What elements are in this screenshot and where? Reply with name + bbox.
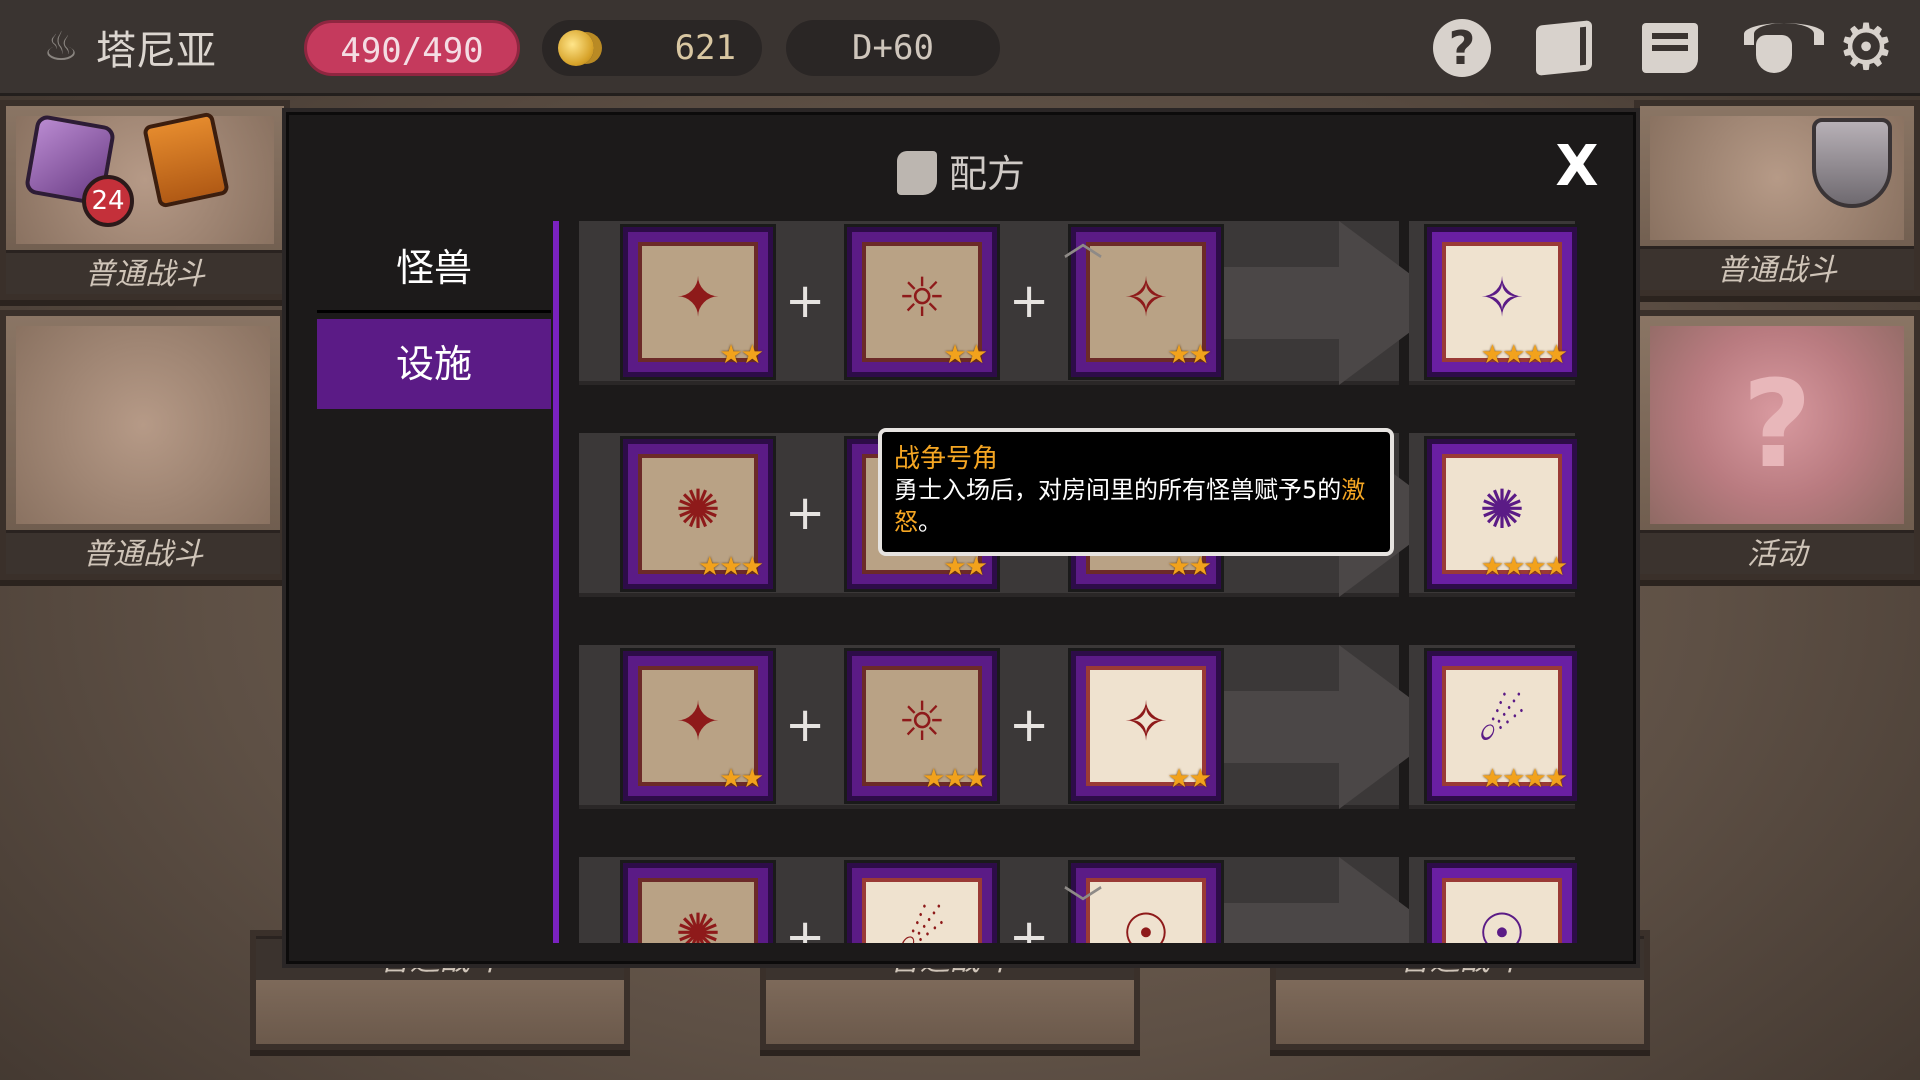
scroll-icon — [1642, 23, 1698, 73]
star-rating: ★★★★ — [1480, 340, 1568, 370]
star-rating: ★★ — [943, 340, 988, 370]
top-bar: ♨ 塔尼亚 490/490 621 D+60 ? ⚙ — [0, 0, 1920, 96]
star-rating: ★★ — [1167, 764, 1212, 794]
plus-icon: + — [785, 697, 826, 753]
coin-icon — [558, 30, 594, 66]
star-rating: ★★★★ — [1480, 764, 1568, 794]
arrow-shaft — [1209, 903, 1359, 943]
ingredient-card[interactable]: ✦ ★★ — [623, 651, 773, 801]
close-button[interactable]: X — [1547, 137, 1607, 197]
result-card[interactable]: ☄ ★★★★ — [1427, 651, 1577, 801]
event-node-label: 活动 — [1640, 530, 1914, 574]
result-card[interactable]: ☉ — [1427, 863, 1577, 943]
tooltip-text-main: 勇士入场后，对房间里的所有怪兽赋予5的 — [894, 476, 1342, 504]
card-art-icon: ✧ — [1479, 265, 1525, 329]
modal-title: 配方 — [289, 143, 1633, 198]
ingredient-card[interactable]: ✺ ★★★ — [623, 439, 773, 589]
card-art-icon: ☉ — [1121, 901, 1171, 943]
plus-icon: + — [785, 273, 826, 329]
monster-button[interactable] — [1740, 14, 1824, 82]
card-art-icon: ☄ — [1477, 689, 1527, 753]
plus-icon: + — [785, 485, 826, 541]
star-rating: ★★★ — [698, 552, 764, 582]
player-name: 塔尼亚 — [96, 28, 216, 74]
card-art-icon: ☼ — [897, 265, 947, 329]
star-rating: ★★ — [1167, 340, 1212, 370]
ingredient-card[interactable]: ☼ ★★★ — [847, 651, 997, 801]
tooltip-text-end: 。 — [918, 508, 942, 536]
card-face: ☄ — [862, 878, 982, 943]
ingredient-card[interactable]: ☄ — [847, 863, 997, 943]
result-card[interactable]: ✺ ★★★★ — [1427, 439, 1577, 589]
star-rating: ★★ — [943, 552, 988, 582]
card-art-icon: ✺ — [675, 901, 721, 943]
star-rating: ★★★★ — [1480, 552, 1568, 582]
tab-divider — [553, 221, 559, 943]
card-face: ✺ — [638, 878, 758, 943]
tab-facilities[interactable]: 设施 — [317, 319, 551, 409]
ingredient-card[interactable]: ✧ ★★ — [1071, 651, 1221, 801]
help-icon: ? — [1433, 19, 1491, 77]
gold-counter: 621 — [542, 20, 762, 76]
recipe-list[interactable]: ✦★★☼★★✧★★++✧★★★★✺★★★☄★★☉★★++✺★★★★✦★★☼★★★… — [579, 221, 1599, 943]
tab-monsters[interactable]: 怪兽 — [317, 223, 551, 313]
event-art — [1650, 326, 1904, 524]
ingredient-card[interactable]: ☼ ★★ — [847, 227, 997, 377]
card-art-icon: ☼ — [897, 689, 947, 753]
card-art-icon: ☉ — [1477, 901, 1527, 943]
help-button[interactable]: ? — [1428, 14, 1496, 82]
plus-icon: + — [1009, 273, 1050, 329]
gear-icon: ⚙ — [1837, 11, 1895, 85]
card-art-icon: ✦ — [675, 265, 721, 329]
arrow-shaft — [1209, 691, 1359, 763]
star-rating: ★★ — [719, 340, 764, 370]
star-rating: ★★★ — [922, 764, 988, 794]
gold-value: 621 — [674, 28, 736, 68]
codex-button[interactable] — [1530, 14, 1598, 82]
card-art-icon: ✺ — [1479, 477, 1525, 541]
hp-counter: 490/490 — [304, 20, 520, 76]
recipe-row: ✦ ★★ ☼ ★★★ ✧ ★★ + + ☄ ★★★★ — [579, 645, 1599, 809]
winged-shield-icon[interactable] — [1812, 118, 1892, 208]
battle-node-card[interactable]: 普通战斗 — [0, 310, 286, 580]
scroll-button[interactable] — [1636, 14, 1704, 82]
plus-icon: + — [1009, 697, 1050, 753]
battle-node-label: 普通战斗 — [6, 530, 280, 574]
battle-node-label: 普通战斗 — [1640, 246, 1914, 290]
tooltip-text: 勇士入场后，对房间里的所有怪兽赋予5的激怒。 — [894, 474, 1378, 538]
arrow-shaft — [1209, 267, 1359, 339]
plus-icon: + — [1009, 909, 1050, 943]
cube-count-badge: 24 — [82, 175, 134, 227]
scroll-down-icon[interactable]: ﹀ — [1053, 886, 1113, 926]
card-art-icon: ✦ — [675, 689, 721, 753]
ingredient-card[interactable]: ✺ — [623, 863, 773, 943]
card-tooltip: 战争号角 勇士入场后，对房间里的所有怪兽赋予5的激怒。 — [878, 428, 1394, 556]
battle-node-label: 普通战斗 — [6, 250, 284, 294]
battle-art — [16, 326, 270, 524]
card-art-icon: ✧ — [1123, 265, 1169, 329]
recipe-icon — [896, 151, 937, 195]
day-counter: D+60 — [786, 20, 1000, 76]
plus-icon: + — [785, 909, 826, 943]
star-rating: ★★ — [1167, 552, 1212, 582]
tooltip-title: 战争号角 — [894, 444, 999, 474]
result-card[interactable]: ✧ ★★★★ — [1427, 227, 1577, 377]
card-art-icon: ✺ — [675, 477, 721, 541]
star-rating: ★★ — [719, 764, 764, 794]
card-art-icon: ☄ — [897, 901, 947, 943]
scroll-up-icon[interactable]: ︿ — [1053, 222, 1113, 262]
player-emblem-icon: ♨ — [43, 24, 79, 70]
category-tabs: 怪兽 设施 — [317, 223, 551, 415]
ingredient-card[interactable]: ✦ ★★ — [623, 227, 773, 377]
card-art-icon: ✧ — [1123, 689, 1169, 753]
monster-icon — [1744, 23, 1824, 73]
event-node-card[interactable]: 活动 — [1634, 310, 1920, 580]
settings-button[interactable]: ⚙ — [1832, 14, 1900, 82]
card-face: ☉ — [1442, 878, 1562, 943]
modal-title-text: 配方 — [948, 152, 1025, 196]
codex-icon — [1536, 20, 1592, 76]
